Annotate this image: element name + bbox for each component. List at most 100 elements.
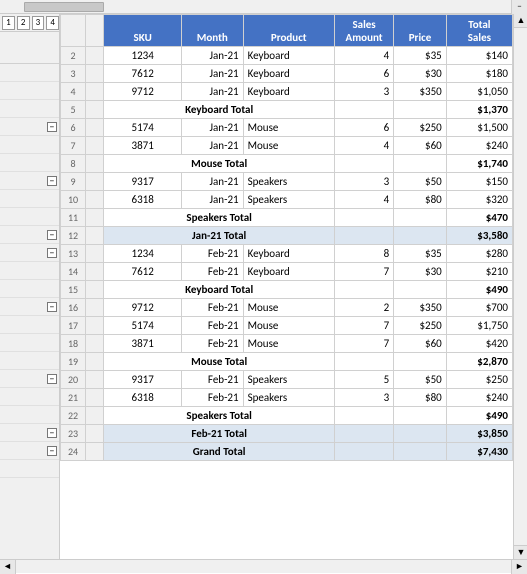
outline-level-3[interactable]: 3	[32, 16, 45, 30]
row-number: 12	[61, 227, 86, 245]
top-scrollbar: −	[0, 0, 527, 14]
table-row: 216318Feb-21Speakers3$80$240	[61, 389, 513, 407]
outline-row	[0, 460, 59, 478]
scroll-right-btn2[interactable]: ►	[511, 560, 527, 574]
price-cell	[394, 227, 447, 245]
right-scrollbar[interactable]: ▲ ▼	[513, 14, 527, 559]
outline-row	[0, 190, 59, 208]
table-row: 131234Feb-21Keyboard8$35$280	[61, 245, 513, 263]
price-cell: $350	[394, 299, 447, 317]
sku-cell: 3871	[104, 137, 182, 155]
outline-row: −	[0, 298, 59, 316]
col-a-cell	[86, 101, 104, 119]
outline-minus-btn[interactable]: −	[47, 374, 57, 384]
outline-row: −	[0, 424, 59, 442]
sales-cell: 4	[334, 137, 393, 155]
price-cell	[394, 443, 447, 461]
scrollbar-thumb[interactable]	[24, 2, 104, 12]
scroll-down-btn[interactable]: ▼	[514, 545, 527, 559]
month-cell: Feb-21	[181, 335, 243, 353]
outline-level-4[interactable]: 4	[46, 16, 59, 30]
row-number: 4	[61, 83, 86, 101]
scroll-left-btn[interactable]: ◄	[0, 560, 16, 574]
col-a-cell	[86, 47, 104, 65]
outline-row	[0, 154, 59, 172]
col-a-cell	[86, 407, 104, 425]
col-a-cell	[86, 245, 104, 263]
price-cell	[394, 353, 447, 371]
col-header-sales: SalesAmount	[334, 15, 393, 47]
month-cell: Feb-21	[181, 371, 243, 389]
row-number: 5	[61, 101, 86, 119]
outline-row: −	[0, 118, 59, 136]
outline-minus-btn[interactable]: −	[47, 230, 57, 240]
outline-minus-btn[interactable]: −	[47, 248, 57, 258]
price-cell	[394, 101, 447, 119]
price-cell	[394, 407, 447, 425]
month-cell: Feb-21	[181, 389, 243, 407]
total-cell: $7,430	[446, 443, 512, 461]
outline-minus-btn[interactable]: −	[47, 302, 57, 312]
row-number: 7	[61, 137, 86, 155]
scroll-up-btn[interactable]: ▲	[514, 14, 527, 28]
total-cell: $1,050	[446, 83, 512, 101]
price-cell: $80	[394, 191, 447, 209]
product-cell: Mouse	[243, 317, 334, 335]
row-number: 2	[61, 47, 86, 65]
outline-panel: 1 2 3 4 − − − − − − − −	[0, 14, 60, 559]
row-number: 19	[61, 353, 86, 371]
sku-cell: 9317	[104, 173, 182, 191]
outline-minus-btn[interactable]: −	[47, 122, 57, 132]
sales-cell	[334, 101, 393, 119]
table-row: 169712Feb-21Mouse2$350$700	[61, 299, 513, 317]
col-a-cell	[86, 83, 104, 101]
outline-minus-btn[interactable]: −	[47, 428, 57, 438]
product-cell: Mouse	[243, 335, 334, 353]
month-cell: Jan-21	[181, 65, 243, 83]
row-number: 8	[61, 155, 86, 173]
subtotal-label: Jan-21 Total	[104, 227, 335, 245]
table-row: 65174Jan-21Mouse6$250$1,500	[61, 119, 513, 137]
table-row: 22Speakers Total$490	[61, 407, 513, 425]
col-a-cell	[86, 317, 104, 335]
outline-minus-btn[interactable]: −	[47, 446, 57, 456]
total-cell: $210	[446, 263, 512, 281]
table-row: 37612Jan-21Keyboard6$30$180	[61, 65, 513, 83]
col-header-month: Month	[181, 15, 243, 47]
col-a-cell	[86, 137, 104, 155]
scroll-right-btn[interactable]: −	[511, 0, 527, 14]
price-cell: $250	[394, 317, 447, 335]
month-cell: Feb-21	[181, 245, 243, 263]
row-number: 17	[61, 317, 86, 335]
sku-cell: 5174	[104, 119, 182, 137]
price-cell: $50	[394, 371, 447, 389]
col-a-cell	[86, 335, 104, 353]
month-cell: Jan-21	[181, 47, 243, 65]
outline-row: −	[0, 226, 59, 244]
product-cell: Mouse	[243, 119, 334, 137]
total-cell: $700	[446, 299, 512, 317]
sales-cell	[334, 209, 393, 227]
sku-cell: 5174	[104, 317, 182, 335]
col-header-rownum	[61, 15, 86, 47]
outline-row	[0, 352, 59, 370]
subtotal-label: Feb-21 Total	[104, 425, 335, 443]
outline-level-1[interactable]: 1	[2, 16, 15, 30]
table-row: 19Mouse Total$2,870	[61, 353, 513, 371]
sales-cell	[334, 227, 393, 245]
total-cell: $490	[446, 281, 512, 299]
sku-cell: 3871	[104, 335, 182, 353]
outline-level-2[interactable]: 2	[17, 16, 30, 30]
outline-minus-btn[interactable]: −	[47, 176, 57, 186]
col-a-cell	[86, 155, 104, 173]
table-row: 24Grand Total$7,430	[61, 443, 513, 461]
col-a-cell	[86, 119, 104, 137]
table-row: 11Speakers Total$470	[61, 209, 513, 227]
col-a-cell	[86, 281, 104, 299]
col-a-cell	[86, 209, 104, 227]
sales-cell	[334, 407, 393, 425]
total-cell: $2,870	[446, 353, 512, 371]
outline-row: −	[0, 442, 59, 460]
subtotal-label: Grand Total	[104, 443, 335, 461]
col-a-cell	[86, 191, 104, 209]
